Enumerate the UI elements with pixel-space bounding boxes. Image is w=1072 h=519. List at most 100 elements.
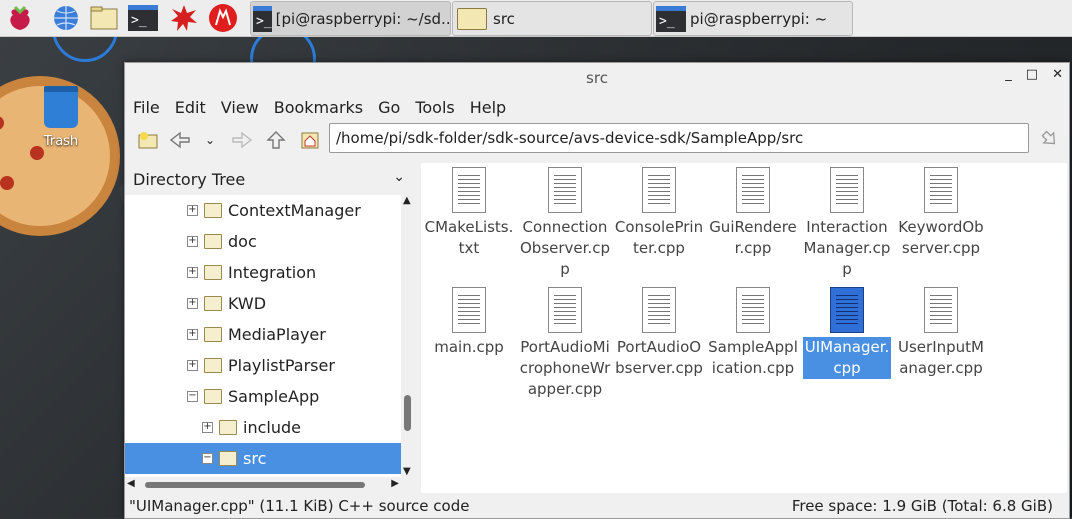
- terminal-icon: >_: [253, 5, 272, 32]
- text-file-icon: [642, 167, 676, 213]
- tree-item-label: MediaPlayer: [228, 325, 326, 344]
- wolfram-icon[interactable]: [208, 3, 238, 33]
- menu-tools[interactable]: Tools: [415, 98, 454, 117]
- file-name: main.cpp: [434, 338, 504, 356]
- tree-item-include[interactable]: + include: [125, 412, 401, 443]
- tree-item-integration[interactable]: + Integration: [125, 257, 401, 288]
- back-button[interactable]: [167, 127, 193, 153]
- file-item[interactable]: UIManager. cpp: [799, 287, 895, 379]
- web-browser-icon[interactable]: [51, 3, 81, 33]
- tree-item-doc[interactable]: + doc: [125, 226, 401, 257]
- menu-help[interactable]: Help: [470, 98, 506, 117]
- up-arrow-icon: [266, 131, 286, 149]
- terminal-icon[interactable]: >_: [128, 3, 158, 33]
- path-input[interactable]: /home/pi/sdk-folder/sdk-source/avs-devic…: [329, 123, 1029, 153]
- new-tab-button[interactable]: [135, 127, 161, 153]
- file-manager-icon[interactable]: [90, 3, 120, 33]
- jump-icon: [1041, 130, 1056, 145]
- forward-arrow-icon: [232, 131, 253, 149]
- text-file-icon: [736, 287, 770, 333]
- task-file-manager-src[interactable]: src: [452, 1, 652, 36]
- terminal-icon: >_: [656, 5, 686, 32]
- menu-file[interactable]: File: [133, 98, 160, 117]
- file-item[interactable]: GuiRendere r.cpp: [705, 167, 801, 259]
- expand-icon[interactable]: +: [187, 236, 198, 247]
- raspberry-menu-icon[interactable]: [5, 3, 35, 33]
- folder-icon: [204, 234, 222, 249]
- menu-go[interactable]: Go: [378, 98, 400, 117]
- history-dropdown[interactable]: ⌄: [197, 127, 223, 153]
- title-bar[interactable]: src _ □ ✕: [125, 63, 1069, 93]
- status-bar: "UIManager.cpp" (11.1 KiB) C++ source co…: [125, 494, 1069, 518]
- file-item[interactable]: CMakeLists. txt: [421, 167, 517, 259]
- scroll-down-arrow-icon[interactable]: ▼: [403, 466, 411, 477]
- folder-icon: [204, 389, 222, 404]
- file-item[interactable]: SampleAppl ication.cpp: [705, 287, 801, 379]
- text-file-icon: [548, 167, 582, 213]
- tree-item-kwd[interactable]: + KWD: [125, 288, 401, 319]
- file-item[interactable]: PortAudioMi crophoneWr apper.cpp: [517, 287, 613, 400]
- tree-item-playlistparser[interactable]: + PlaylistParser: [125, 350, 401, 381]
- expand-icon[interactable]: +: [202, 422, 213, 433]
- tree-item-label: KWD: [228, 294, 267, 313]
- text-file-icon: [924, 287, 958, 333]
- go-button[interactable]: [1035, 127, 1061, 153]
- expand-icon[interactable]: +: [187, 205, 198, 216]
- trash-desktop-icon[interactable]: Trash: [38, 86, 84, 156]
- tree-item-label: SampleApp: [228, 387, 320, 406]
- collapse-icon[interactable]: −: [202, 453, 213, 464]
- free-space-info: Free space: 1.9 GiB (Total: 6.8 GiB): [791, 497, 1053, 515]
- scrollbar-thumb[interactable]: [404, 395, 411, 431]
- tree-item-label: PlaylistParser: [228, 356, 335, 375]
- directory-tree: + ContextManager + doc + Integration + K…: [125, 195, 401, 477]
- file-item[interactable]: Interaction Manager.cp p: [799, 167, 895, 280]
- task-terminal-sdk[interactable]: >_ [pi@raspberrypi: ~/sd...: [250, 1, 451, 36]
- home-button[interactable]: [297, 127, 323, 153]
- forward-button[interactable]: [229, 127, 255, 153]
- scroll-up-arrow-icon[interactable]: ▲: [403, 195, 411, 206]
- task-label: pi@raspberrypi: ~: [690, 9, 828, 28]
- menu-edit[interactable]: Edit: [175, 98, 206, 117]
- scroll-right-arrow-icon[interactable]: ▶: [391, 478, 399, 489]
- maximize-button[interactable]: □: [1026, 67, 1038, 82]
- scrollbar-thumb[interactable]: [145, 482, 365, 488]
- expand-icon[interactable]: +: [187, 267, 198, 278]
- file-name: SampleAppl ication.cpp: [708, 338, 798, 377]
- menu-view[interactable]: View: [221, 98, 259, 117]
- tree-item-label: doc: [228, 232, 257, 251]
- file-name: Interaction Manager.cp p: [803, 218, 891, 278]
- side-panel-header[interactable]: Directory Tree ⌄: [125, 163, 415, 195]
- taskbar: >_ >_ [pi@raspberrypi: ~/sd... src >_ pi…: [0, 0, 1072, 37]
- home-icon: [301, 132, 319, 149]
- parent-folder-button[interactable]: [263, 127, 289, 153]
- tree-item-contextmanager[interactable]: + ContextManager: [125, 195, 401, 226]
- scroll-left-arrow-icon[interactable]: ◀: [127, 478, 135, 489]
- close-button[interactable]: ✕: [1052, 67, 1063, 82]
- task-terminal-home[interactable]: >_ pi@raspberrypi: ~: [653, 1, 853, 36]
- text-file-icon: [452, 167, 486, 213]
- minimize-button[interactable]: _: [1005, 67, 1012, 82]
- tree-item-sampleapp[interactable]: − SampleApp: [125, 381, 401, 412]
- file-name: CMakeLists. txt: [424, 218, 514, 257]
- expand-icon[interactable]: +: [187, 298, 198, 309]
- file-item[interactable]: main.cpp: [421, 287, 517, 358]
- file-item[interactable]: UserInputM anager.cpp: [893, 287, 989, 379]
- file-item[interactable]: KeywordOb server.cpp: [893, 167, 989, 259]
- tree-item-mediaplayer[interactable]: + MediaPlayer: [125, 319, 401, 350]
- menu-bookmarks[interactable]: Bookmarks: [274, 98, 363, 117]
- collapse-icon[interactable]: −: [187, 391, 198, 402]
- tree-item-label: src: [243, 449, 267, 468]
- text-file-icon: [452, 287, 486, 333]
- chevron-down-icon[interactable]: ⌄: [393, 169, 405, 185]
- tree-vertical-scrollbar[interactable]: ▲ ▼: [401, 195, 415, 477]
- file-item[interactable]: Connection Observer.cp p: [517, 167, 613, 280]
- tree-horizontal-scrollbar[interactable]: ◀ ▶: [125, 477, 401, 493]
- file-item[interactable]: PortAudioO bserver.cpp: [611, 287, 707, 379]
- file-name: PortAudioMi crophoneWr apper.cpp: [519, 338, 611, 398]
- mathematica-icon[interactable]: [169, 3, 199, 33]
- folder-icon: [204, 358, 222, 373]
- tree-item-src[interactable]: − src: [125, 443, 401, 474]
- expand-icon[interactable]: +: [187, 360, 198, 371]
- file-item[interactable]: ConsolePrin ter.cpp: [611, 167, 707, 259]
- expand-icon[interactable]: +: [187, 329, 198, 340]
